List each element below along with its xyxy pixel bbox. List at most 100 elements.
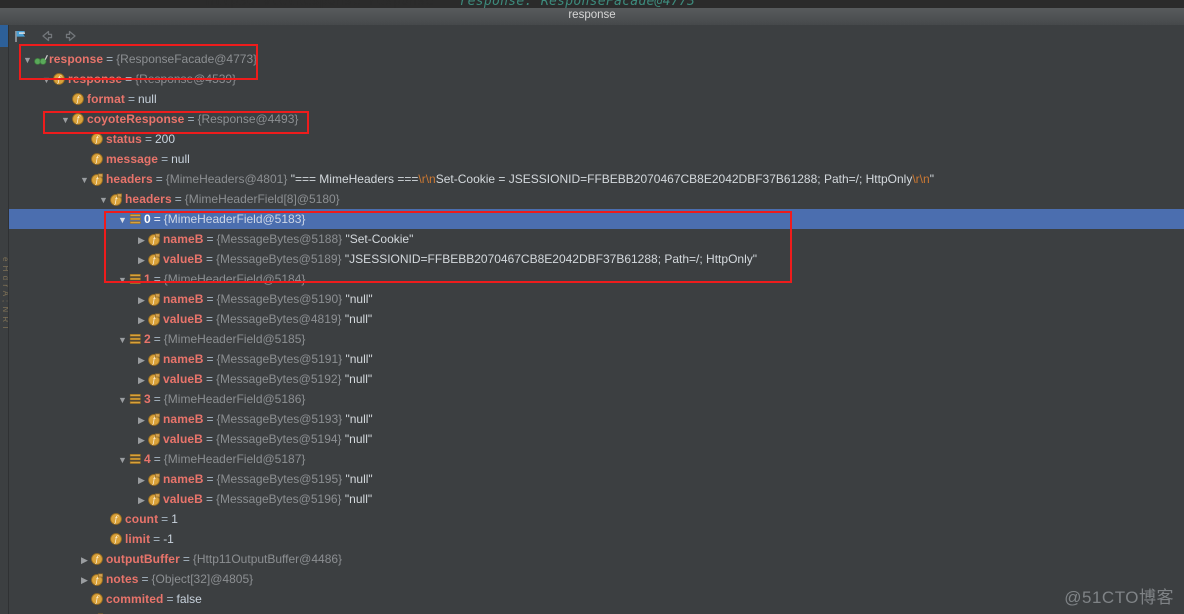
tree-row[interactable]: ▼ 1 = {MimeHeaderField@5184} <box>9 269 1184 289</box>
tree-row[interactable]: ▶ f valueB = {MessageBytes@5192} "null" <box>9 369 1184 389</box>
variable-name: nameB <box>163 232 204 246</box>
tree-row[interactable]: ▶ f nameB = {MessageBytes@5193} "null" <box>9 409 1184 429</box>
mute-breakpoints-icon[interactable] <box>13 28 30 44</box>
twisty-spacer: · <box>59 90 72 110</box>
tree-row[interactable]: ▶ f valueB = {MessageBytes@4819} "null" <box>9 309 1184 329</box>
back-arrow-icon[interactable] <box>38 28 55 44</box>
tree-row[interactable]: ▶f <box>9 609 1184 614</box>
tab-title-response[interactable]: response <box>0 9 1184 21</box>
variable-type: {MessageBytes@5195} <box>216 472 343 486</box>
chevron-right-icon[interactable]: ▶ <box>135 490 148 510</box>
tree-row[interactable]: ·fmessage=null <box>9 149 1184 169</box>
variable-type: {Response@4539} <box>135 72 237 86</box>
tree-row[interactable]: ▼ f headers = {MimeHeaderField[8]@5180} <box>9 189 1184 209</box>
equals-sign: = <box>187 112 195 126</box>
chevron-down-icon[interactable]: ▼ <box>116 390 129 410</box>
variable-value: false <box>176 592 202 606</box>
twisty-spacer: · <box>78 590 91 610</box>
chevron-right-icon[interactable]: ▶ <box>135 470 148 490</box>
tree-row[interactable]: ▼ response = {ResponseFacade@4773} <box>9 49 1184 69</box>
array-item-icon <box>129 210 144 230</box>
tree-row[interactable]: ▼ 4 = {MimeHeaderField@5187} <box>9 449 1184 469</box>
chevron-right-icon[interactable]: ▶ <box>135 410 148 430</box>
variable-type: {MessageBytes@5188} <box>216 232 343 246</box>
tree-row[interactable]: ▼ 2 = {MimeHeaderField@5185} <box>9 329 1184 349</box>
chevron-right-icon[interactable]: ▶ <box>78 610 91 614</box>
chevron-right-icon[interactable]: ▶ <box>135 310 148 330</box>
chevron-right-icon[interactable]: ▶ <box>135 290 148 310</box>
equals-sign: = <box>206 412 214 426</box>
tree-row[interactable]: ▶ f nameB = {MessageBytes@5188} "Set-Cookie" <box>9 229 1184 249</box>
variable-type: {MimeHeaderField@5185} <box>163 332 306 346</box>
variable-value: "null" <box>345 352 373 366</box>
chevron-right-icon[interactable]: ▶ <box>78 570 91 590</box>
field-obj-icon: f <box>148 490 163 510</box>
variable-name: 0 <box>144 212 151 226</box>
variable-value: null <box>137 92 157 106</box>
chevron-right-icon[interactable]: ▶ <box>135 370 148 390</box>
field-icon: f <box>91 130 106 150</box>
tree-row[interactable]: ▼ f headers = {MimeHeaders@4801} "=== MimeHe… <box>9 169 1184 189</box>
tree-row-selected[interactable]: ▼ 0 = {MimeHeaderField@5183} <box>9 209 1184 229</box>
tree-row[interactable]: ▶ f valueB = {MessageBytes@5196} "null" <box>9 489 1184 509</box>
variable-value: 200 <box>154 132 175 146</box>
chevron-down-icon[interactable]: ▼ <box>116 270 129 290</box>
twisty-spacer: · <box>97 530 110 550</box>
tree-row[interactable]: ▶ f valueB = {MessageBytes@5189} "JSESSIONID… <box>9 249 1184 269</box>
chevron-down-icon[interactable]: ▼ <box>40 70 53 90</box>
variable-name: nameB <box>163 352 204 366</box>
variable-name: coyoteResponse <box>87 112 185 126</box>
tree-row[interactable]: ▼ 3 = {MimeHeaderField@5186} <box>9 389 1184 409</box>
chevron-down-icon[interactable]: ▼ <box>116 450 129 470</box>
tree-row[interactable]: ▼ f coyoteResponse = {Response@4493} <box>9 109 1184 129</box>
equals-sign: = <box>205 432 213 446</box>
variable-name: valueB <box>163 372 203 386</box>
chevron-right-icon[interactable]: ▶ <box>135 350 148 370</box>
tree-row[interactable]: ·fcount=1 <box>9 509 1184 529</box>
chevron-down-icon[interactable]: ▼ <box>59 110 72 130</box>
variable-value: "Set-Cookie" <box>345 232 414 246</box>
variable-name: status <box>106 132 142 146</box>
tree-row[interactable]: ▶ f nameB = {MessageBytes@5190} "null" <box>9 289 1184 309</box>
variable-type: {Response@4493} <box>197 112 299 126</box>
tree-row[interactable]: ▶ f nameB = {MessageBytes@5195} "null" <box>9 469 1184 489</box>
variable-value: "null" <box>344 312 373 326</box>
tree-row[interactable]: ▶ f valueB = {MessageBytes@5194} "null" <box>9 429 1184 449</box>
equals-sign: = <box>174 192 182 206</box>
field-obj-icon: f <box>110 190 125 210</box>
tree-row[interactable]: ·flimit=-1 <box>9 529 1184 549</box>
tree-row[interactable]: ·fformat=null <box>9 89 1184 109</box>
chevron-right-icon[interactable]: ▶ <box>135 430 148 450</box>
chevron-down-icon[interactable]: ▼ <box>21 50 34 70</box>
array-item-icon <box>129 390 144 410</box>
left-tool-strip: e H d r A ; N R I <box>0 25 9 614</box>
field-obj-icon: f <box>148 470 163 490</box>
chevron-down-icon[interactable]: ▼ <box>116 210 129 230</box>
chevron-right-icon[interactable]: ▶ <box>135 250 148 270</box>
twisty-spacer: · <box>78 150 91 170</box>
chevron-down-icon[interactable]: ▼ <box>97 190 110 210</box>
forward-arrow-icon[interactable] <box>63 28 80 44</box>
tree-row[interactable]: ·fcommited=false <box>9 589 1184 609</box>
equals-sign: = <box>206 292 214 306</box>
equals-sign: = <box>153 452 161 466</box>
tree-row[interactable]: ▶ f nameB = {MessageBytes@5191} "null" <box>9 349 1184 369</box>
chevron-down-icon[interactable]: ▼ <box>78 170 91 190</box>
tree-row[interactable]: ▶ f notes = {Object[32]@4805} <box>9 569 1184 589</box>
chevron-right-icon[interactable]: ▶ <box>78 550 91 570</box>
field-icon: f <box>72 90 87 110</box>
tree-row[interactable]: ▶ f outputBuffer = {Http11OutputBuffer@4486} <box>9 549 1184 569</box>
chevron-down-icon[interactable]: ▼ <box>116 330 129 350</box>
tree-row[interactable]: ▼ f response = {Response@4539} <box>9 69 1184 89</box>
variable-name: nameB <box>163 412 204 426</box>
variables-tree[interactable]: ▼ response = {ResponseFacade@4773} ▼ f respon… <box>9 49 1184 614</box>
equals-sign: = <box>144 132 152 146</box>
variable-name: 1 <box>144 272 151 286</box>
variable-name: valueB <box>163 432 203 446</box>
editor-code-strip: HttpServletResponse response response: Re… <box>0 0 1184 8</box>
chevron-right-icon[interactable]: ▶ <box>135 230 148 250</box>
tree-row[interactable]: ·fstatus=200 <box>9 129 1184 149</box>
debugger-tab-bar[interactable]: response <box>0 8 1184 26</box>
field-obj-icon: f <box>91 570 106 590</box>
variable-type: {MimeHeaderField[8]@5180} <box>184 192 340 206</box>
